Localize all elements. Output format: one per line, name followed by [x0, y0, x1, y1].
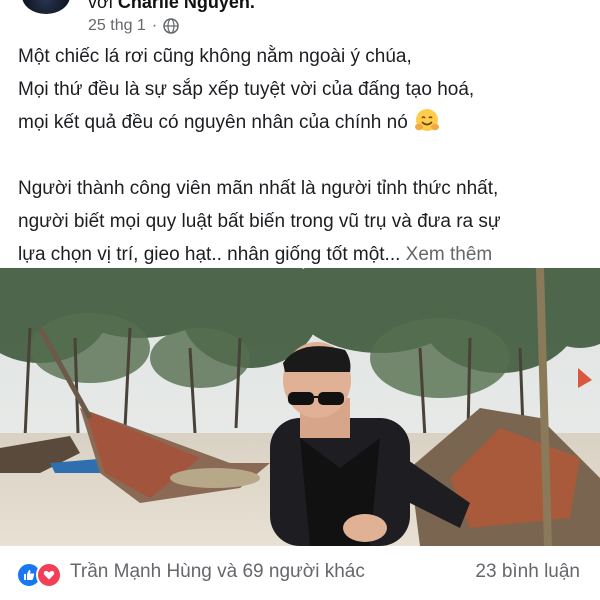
post-line: Mọi thứ đều là sự sắp xếp tuyệt vời của …	[18, 79, 475, 100]
post-header: với Charlie Nguyễn. 25 thg 1 ·	[0, 0, 600, 44]
meta-separator: ·	[151, 17, 158, 34]
post-meta: 25 thg 1 ·	[88, 17, 179, 35]
post-line: Một chiếc lá rơi cũng không nằm ngoài ý …	[18, 46, 412, 67]
author-line: với Charlie Nguyễn.	[88, 0, 255, 13]
hugging-face-emoji-icon	[414, 109, 439, 131]
avatar[interactable]	[22, 0, 70, 14]
post-footer: Trần Mạnh Hùng và 69 người khác 23 bình …	[0, 546, 600, 600]
reactors-link[interactable]: Trần Mạnh Hùng và 69 người khác	[70, 561, 365, 583]
globe-icon[interactable]	[163, 18, 179, 34]
post-photo[interactable]	[0, 268, 600, 546]
comments-count-link[interactable]: 23 bình luận	[475, 561, 580, 583]
post-text: Một chiếc lá rơi cũng không nằm ngoài ý …	[18, 40, 588, 271]
post-line: người biết mọi quy luật bất biến trong v…	[18, 211, 501, 232]
tagged-name-link[interactable]: Charlie Nguyễn.	[118, 0, 255, 12]
post-line-last: lựa chọn vị trí, gieo hạt.. nhân giống t…	[18, 238, 588, 271]
love-icon	[36, 562, 62, 588]
see-more-link[interactable]: Xem thêm	[406, 244, 493, 265]
post-line: lựa chọn vị trí, gieo hạt.. nhân giống t…	[18, 244, 401, 265]
post-line: mọi kết quả đều có nguyên nhân của chính…	[18, 112, 408, 133]
post-line: Người thành công viên mãn nhất là người …	[18, 178, 499, 199]
reaction-icons[interactable]	[16, 562, 62, 588]
timestamp-link[interactable]: 25 thg 1	[88, 17, 146, 35]
with-word: với	[88, 0, 113, 12]
post-line-with-emoji: mọi kết quả đều có nguyên nhân của chính…	[18, 106, 588, 139]
beach-selfie-image	[0, 268, 600, 546]
